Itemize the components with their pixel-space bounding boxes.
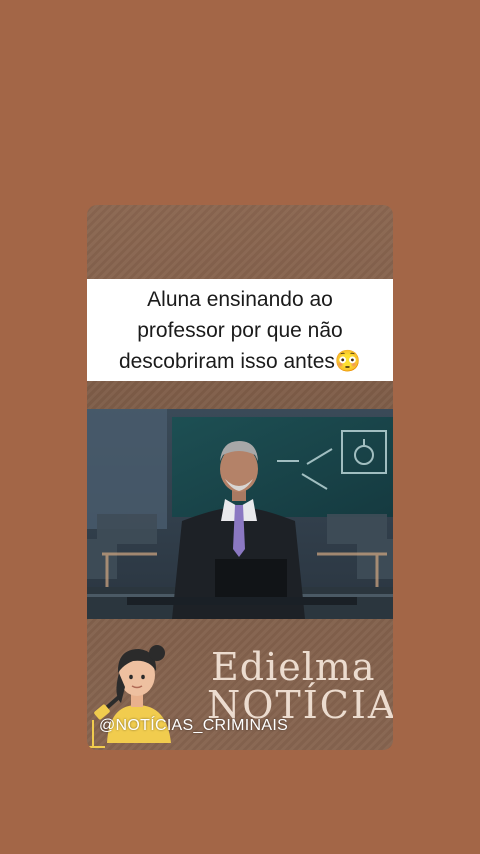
caption-box: Aluna ensinando ao professor por que não… — [87, 279, 393, 381]
video-player[interactable] — [87, 409, 393, 619]
story-card: Aluna ensinando ao professor por que não… — [87, 205, 393, 750]
caption-text: Aluna ensinando ao professor por que não… — [118, 287, 362, 373]
account-handle[interactable]: @NOTÍCIAS_CRIMINAIS — [99, 717, 288, 735]
video-frame — [87, 409, 393, 619]
